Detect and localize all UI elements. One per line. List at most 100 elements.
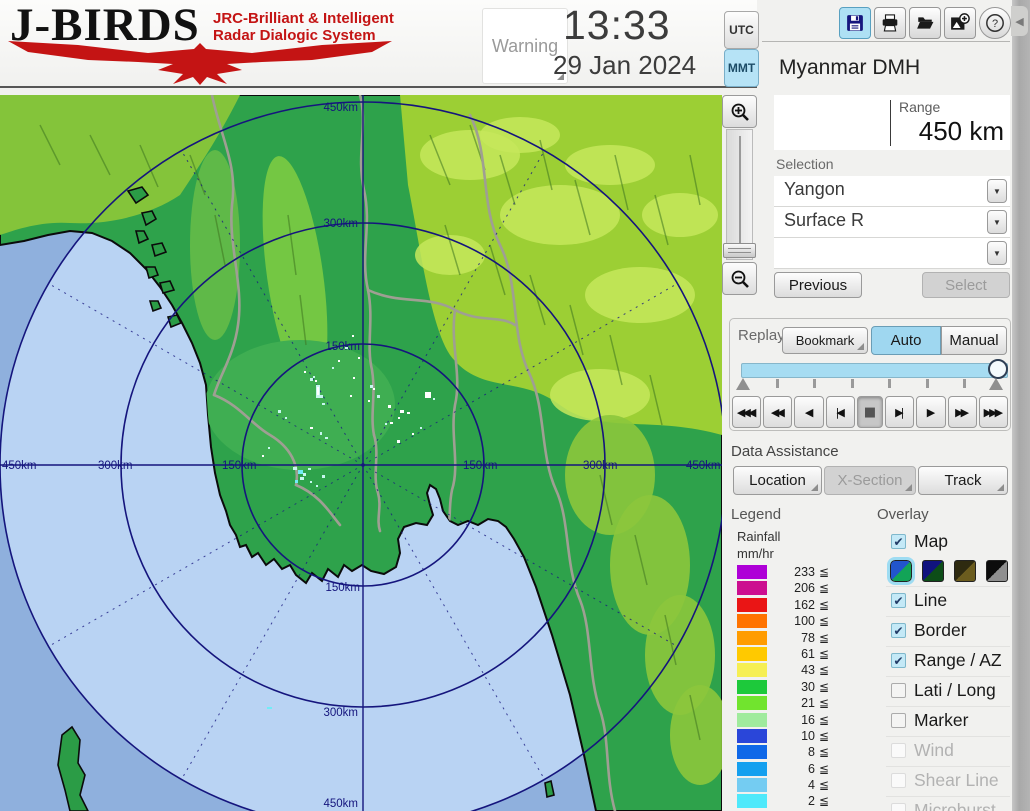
legend-suffix: ≦ [819, 663, 829, 677]
previous-button[interactable]: Previous [774, 272, 862, 298]
x-section-button[interactable]: X-Section [824, 466, 916, 495]
rewind-button[interactable]: ◀◀ [763, 396, 792, 428]
toolbar-divider [762, 41, 1010, 42]
legend-color-swatch [737, 696, 767, 710]
legend-color-swatch [737, 614, 767, 628]
checkbox-shear-line [891, 773, 906, 788]
radar-map[interactable]: 450km300km150km150km300km450km450km300km… [0, 95, 722, 811]
map-style-black-gray[interactable] [986, 560, 1008, 582]
range-box: Range 450 km [774, 95, 1010, 150]
legend-color-swatch [737, 713, 767, 727]
zoom-slider-thumb[interactable] [723, 243, 756, 258]
legend-suffix: ≦ [819, 581, 829, 595]
map-style-olive[interactable] [954, 560, 976, 582]
checkbox-line[interactable]: ✔ [891, 593, 906, 608]
chevron-down-icon[interactable]: ▼ [987, 210, 1007, 234]
legend-suffix: ≦ [819, 794, 829, 808]
legend-suffix: ≦ [819, 680, 829, 694]
open-file-button[interactable] [909, 7, 941, 39]
legend-value: 43 [771, 663, 815, 677]
overlay-label: Line [914, 590, 947, 611]
range-value: 450 km [919, 116, 1004, 147]
add-image-button[interactable] [944, 7, 976, 39]
selection-dropdown-1[interactable]: Yangon▼ [774, 176, 1010, 207]
checkbox-marker[interactable] [891, 713, 906, 728]
legend-value: 2 [771, 794, 815, 808]
forward-button[interactable]: ▶▶ [948, 396, 977, 428]
rewind-fastest-button[interactable]: ◀◀◀ [732, 396, 761, 428]
forward-fastest-button[interactable]: ▶▶▶ [979, 396, 1008, 428]
add-image-icon [950, 13, 970, 33]
manual-button[interactable]: Manual [941, 326, 1007, 355]
zoom-slider-track[interactable] [726, 129, 753, 260]
panel-edge-strip [1012, 0, 1030, 811]
step-forward-button[interactable]: ▶| [885, 396, 914, 428]
replay-progress-thumb[interactable] [988, 359, 1008, 379]
help-button[interactable]: ? [979, 7, 1011, 39]
clock-time: 13:33 [563, 2, 683, 49]
eagle-logo-icon [6, 40, 394, 86]
auto-button[interactable]: Auto [871, 326, 941, 355]
overlay-row-range-az: ✔Range / AZ [886, 646, 1010, 676]
selection-dropdown-2[interactable]: Surface R▼ [774, 207, 1010, 238]
replay-range-marker-left[interactable] [736, 378, 750, 390]
replay-tick [813, 379, 816, 388]
overlay-label: Border [914, 620, 967, 641]
replay-range-marker-right[interactable] [989, 378, 1003, 390]
save-button[interactable] [839, 7, 871, 39]
replay-group: Replay Bookmark Auto Manual ◀◀◀◀◀◀|◀■▶|▶… [729, 318, 1011, 431]
warning-label: Warning [492, 36, 558, 57]
replay-progress-track[interactable] [741, 363, 1008, 378]
legend-color-swatch [737, 565, 767, 579]
checkbox-wind [891, 743, 906, 758]
station-title: Myanmar DMH [779, 56, 920, 80]
overlay-row-lati-long: Lati / Long [886, 676, 1010, 706]
select-button[interactable]: Select [922, 272, 1010, 298]
overlay-label: Marker [914, 710, 968, 731]
legend-color-swatch [737, 581, 767, 595]
zoom-out-button[interactable] [722, 262, 757, 295]
legend-color-swatch [737, 745, 767, 759]
zoom-in-button[interactable] [722, 95, 757, 128]
timezone-mmt-button[interactable]: MMT [724, 49, 759, 87]
legend-color-swatch [737, 680, 767, 694]
print-button[interactable] [874, 7, 906, 39]
legend-suffix: ≦ [819, 647, 829, 661]
checkbox-lati-long[interactable] [891, 683, 906, 698]
svg-text:150km: 150km [325, 341, 360, 353]
stop-button[interactable]: ■ [857, 396, 883, 428]
legend-value: 16 [771, 713, 815, 727]
bookmark-button[interactable]: Bookmark [782, 327, 868, 354]
jbirds-window: 450km300km150km150km300km450km450km300km… [0, 0, 1030, 811]
selection-dropdown-3[interactable]: ▼ [774, 238, 1010, 269]
legend-value: 100 [771, 614, 815, 628]
map-style-navy-darkgreen[interactable] [922, 560, 944, 582]
svg-text:450km: 450km [686, 460, 721, 472]
timezone-utc-button[interactable]: UTC [724, 11, 759, 49]
app-logo-subtitle: JRC-Brilliant & Intelligent Radar Dialog… [213, 10, 394, 44]
chevron-down-icon[interactable]: ▼ [987, 179, 1007, 203]
map-style-blue-green[interactable] [890, 560, 912, 582]
legend-color-swatch [737, 794, 767, 808]
legend-title: Legend [731, 506, 781, 523]
play-reverse-button[interactable]: ◀ [794, 396, 823, 428]
panel-collapse-arrow[interactable]: ◀ [1011, 6, 1028, 36]
checkbox-border[interactable]: ✔ [891, 623, 906, 638]
legend-unit-line2: mm/hr [737, 546, 774, 561]
track-button[interactable]: Track [918, 466, 1008, 495]
svg-text:450km: 450km [2, 460, 37, 472]
play-button[interactable]: ▶ [916, 396, 945, 428]
map-style-row [886, 557, 1010, 586]
help-icon: ? [985, 13, 1005, 33]
legend-unit-line1: Rainfall [737, 529, 780, 544]
svg-text:150km: 150km [325, 582, 360, 594]
svg-text:300km: 300km [98, 460, 133, 472]
step-back-button[interactable]: |◀ [826, 396, 855, 428]
location-button[interactable]: Location [733, 466, 822, 495]
svg-text:150km: 150km [463, 460, 498, 472]
legend-suffix: ≦ [819, 762, 829, 776]
checkbox-range-az[interactable]: ✔ [891, 653, 906, 668]
checkbox-map[interactable]: ✔ [891, 534, 906, 549]
chevron-down-icon[interactable]: ▼ [987, 241, 1007, 265]
overlay-row-map: ✔Map [886, 528, 1010, 557]
